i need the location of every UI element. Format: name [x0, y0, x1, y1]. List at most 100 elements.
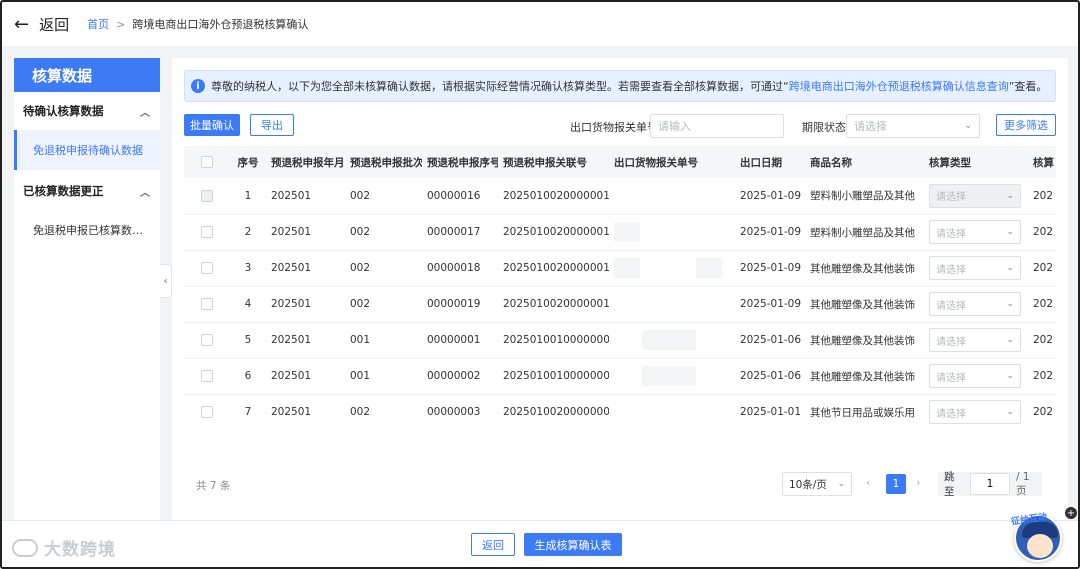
chevron-down-icon: ⌄	[1006, 263, 1014, 273]
sidebar-group-label: 已核算数据更正	[23, 184, 104, 198]
cell-no: 7	[230, 394, 266, 430]
chevron-down-icon: ⌄	[1006, 190, 1014, 201]
watermark-logo-icon	[12, 538, 38, 557]
cell-relation-no: 20250100100000002	[498, 358, 609, 395]
type-select-placeholder: 请选择	[936, 300, 966, 312]
type-select[interactable]: 请选择 ⌄	[929, 400, 1021, 424]
cell-no: 5	[230, 322, 266, 359]
sidebar: 核算数据 待确认核算数据 ︿ 免退税申报待确认数据 已核算数据更正 ︿ 免退税申…	[14, 58, 160, 522]
breadcrumb-current: 跨境电商出口海外仓预退税核算确认	[132, 18, 309, 31]
cell-customs-no	[609, 322, 735, 359]
type-select[interactable]: 请选择 ⌄	[929, 364, 1021, 388]
select-all-checkbox[interactable]	[201, 156, 213, 168]
cell-relation-no: 20250100200000018	[498, 250, 609, 287]
cell-type: 请选择 ⌄	[924, 214, 1028, 251]
row-checkbox[interactable]	[201, 334, 213, 346]
arrow-left-icon[interactable]: ←	[14, 14, 29, 35]
sidebar-item-pending-data[interactable]: 免退税申报待确认数据	[14, 130, 160, 170]
sidebar-group-correction[interactable]: 已核算数据更正 ︿	[14, 172, 160, 210]
row-checkbox[interactable]	[201, 189, 213, 202]
top-bar: ← 返回 首页 > 跨境电商出口海外仓预退税核算确认	[2, 2, 1078, 46]
type-select[interactable]: 请选择 ⌄	[929, 292, 1021, 316]
period-status-placeholder: 请选择	[854, 120, 887, 133]
back-link[interactable]: 返回	[39, 14, 69, 35]
cell-customs-no	[609, 358, 735, 395]
customs-no-input[interactable]	[650, 114, 784, 138]
cell-goods-name: 其他雕塑像及其他装饰	[805, 322, 924, 359]
table-row: 5 202501 001 00000001 20250100100000001 2025-…	[184, 322, 1056, 359]
cell-batch: 001	[345, 358, 422, 395]
row-checkbox-cell	[184, 322, 230, 359]
cell-type: 请选择 ⌄	[924, 358, 1028, 395]
page-jump-input[interactable]	[969, 473, 1010, 495]
export-button[interactable]: 导出	[250, 114, 294, 136]
cell-goods-name: 塑料制小雕塑品及其他	[805, 178, 924, 215]
breadcrumb: 首页 > 跨境电商出口海外仓预退税核算确认	[87, 16, 308, 32]
period-status-select[interactable]: 请选择 ⌄	[846, 114, 980, 138]
row-checkbox-cell	[184, 358, 230, 395]
chevron-down-icon: ⌄	[1006, 407, 1014, 417]
type-select[interactable]: 请选择 ⌄	[929, 183, 1021, 208]
row-checkbox[interactable]	[201, 226, 213, 238]
cell-type: 请选择 ⌄	[924, 178, 1028, 215]
cell-year-month: 202501	[266, 214, 345, 251]
total-pages: / 1 页	[1015, 470, 1030, 497]
toolbar: 批量确认 导出 出口货物报关单号 期限状态 请选择 ⌄ 更多筛选	[184, 114, 1056, 138]
row-checkbox[interactable]	[201, 262, 213, 274]
select-all-checkbox-cell	[184, 146, 230, 178]
cell-seq: 00000002	[422, 358, 498, 395]
chevron-up-icon: ︿	[140, 107, 150, 119]
mascot-face	[1027, 534, 1053, 558]
plus-icon[interactable]: +	[1065, 507, 1077, 519]
table-row: 1 202501 002 00000016 20250100200000016 2025-…	[184, 178, 1056, 215]
sidebar-collapse-icon[interactable]: ‹	[160, 264, 172, 298]
page-number-current[interactable]: 1	[886, 474, 906, 494]
page-size-select[interactable]: 10条/页 ⌄	[782, 472, 852, 496]
chevron-up-icon: ︿	[140, 187, 150, 199]
cell-extra: 202	[1028, 178, 1056, 215]
type-select[interactable]: 请选择 ⌄	[929, 328, 1021, 352]
type-select-placeholder: 请选择	[936, 408, 966, 420]
cell-no: 6	[230, 358, 266, 395]
cell-export-date: 2025-01-09	[735, 286, 805, 323]
cell-batch: 002	[345, 178, 422, 215]
sidebar-item-corrected-data[interactable]: 免退税申报已核算数…	[14, 210, 160, 250]
cell-goods-name: 其他雕塑像及其他装饰	[805, 358, 924, 395]
notice-link[interactable]: 跨境电商出口海外仓预退税核算确认信息查询	[789, 80, 1009, 93]
breadcrumb-home[interactable]: 首页	[87, 16, 109, 32]
batch-confirm-button[interactable]: 批量确认	[184, 114, 240, 136]
sidebar-group-pending[interactable]: 待确认核算数据 ︿	[14, 92, 160, 130]
notice-text-after: ”查看。	[1008, 80, 1048, 93]
type-select[interactable]: 请选择 ⌄	[929, 256, 1021, 280]
generate-confirm-table-button[interactable]: 生成核算确认表	[524, 533, 622, 556]
type-select[interactable]: 请选择 ⌄	[929, 220, 1021, 244]
cell-customs-no	[609, 250, 735, 287]
cell-no: 4	[230, 286, 266, 323]
footer-back-button[interactable]: 返回	[471, 533, 515, 556]
total-count: 共 7 条	[196, 480, 231, 492]
column-header: 预退税申报序号	[422, 146, 498, 178]
data-table: 序号 预退税申报年月 预退税申报批次 预退税申报序号 预退税申报关联号 出口货物…	[184, 146, 1056, 430]
chevron-down-icon: ⌄	[837, 479, 845, 489]
cell-customs-no	[609, 178, 735, 215]
next-page-icon[interactable]: ›	[916, 476, 920, 489]
cell-goods-name: 其他节日用品或娱乐用	[805, 394, 924, 430]
prev-page-icon[interactable]: ‹	[866, 476, 870, 489]
cell-relation-no: 20250100100000001	[498, 322, 609, 359]
cell-type: 请选择 ⌄	[924, 322, 1028, 359]
period-status-label: 期限状态	[802, 121, 846, 134]
cell-seq: 00000017	[422, 214, 498, 251]
redacted-block	[642, 366, 696, 386]
more-filter-button[interactable]: 更多筛选	[996, 114, 1056, 136]
row-checkbox[interactable]	[201, 298, 213, 310]
redacted-block	[614, 258, 640, 278]
row-checkbox[interactable]	[201, 370, 213, 382]
row-checkbox[interactable]	[201, 406, 213, 418]
type-select-placeholder: 请选择	[936, 336, 966, 348]
redacted-block	[696, 258, 722, 278]
row-checkbox-cell	[184, 250, 230, 287]
row-checkbox-cell	[184, 178, 230, 215]
cell-batch: 002	[345, 250, 422, 287]
cell-extra: 202	[1028, 250, 1056, 287]
column-header: 预退税申报年月	[266, 146, 345, 178]
